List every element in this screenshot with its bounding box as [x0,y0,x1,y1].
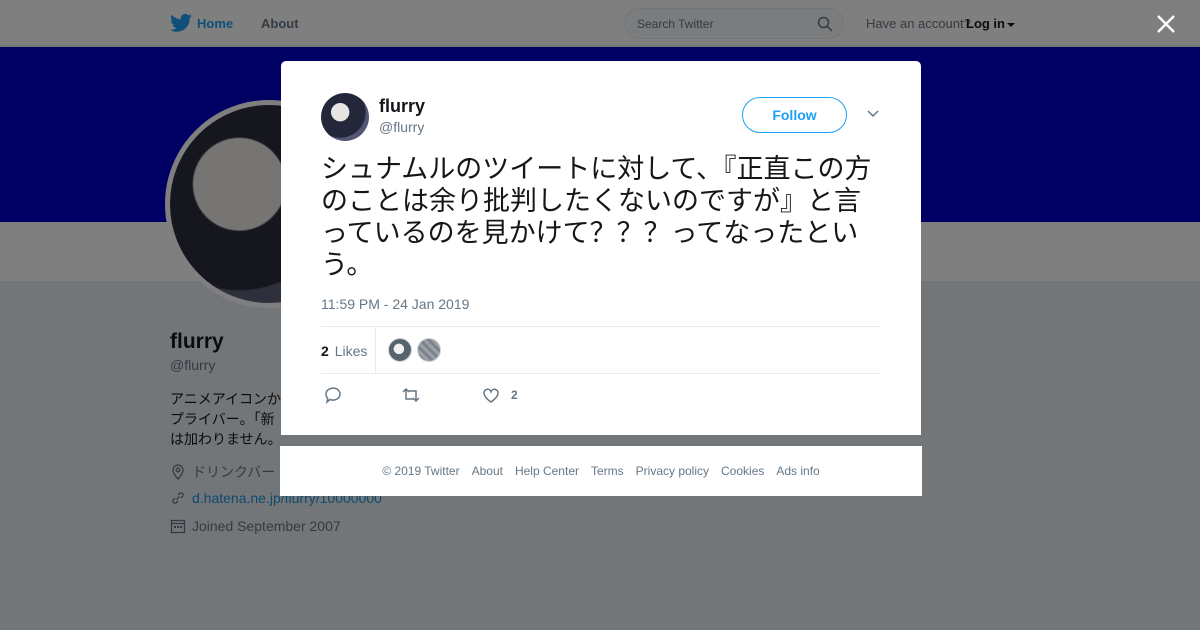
tweet-text: シュナムルのツイートに対して、『正直この方のことは余り批判したくないのですが』と… [321,154,872,280]
tweet-timestamp[interactable]: 11:59 PM - 24 Jan 2019 [321,296,469,312]
modal-footer: © 2019 Twitter About Help Center Terms P… [280,446,922,496]
footer-link-help-center[interactable]: Help Center [515,464,579,478]
likes-count: 2 [321,343,329,359]
tweet-author-name[interactable]: flurry [379,96,425,117]
likes-stat[interactable]: 2 Likes [321,343,367,359]
footer-link-ads-info[interactable]: Ads info [776,464,819,478]
tweet-stats: 2 Likes [321,326,881,374]
heart-icon[interactable] [481,385,501,405]
chevron-down-icon[interactable] [866,109,880,119]
tweet-modal: flurry @flurry Follow シュナムルのツイートに対して、『正直… [281,61,921,435]
reply-icon[interactable] [323,385,343,405]
tweet-actions: 2 [321,383,621,407]
close-icon[interactable] [1154,12,1178,36]
footer-link-cookies[interactable]: Cookies [721,464,764,478]
like-action-count: 2 [511,388,518,402]
footer-link-about[interactable]: About [472,464,503,478]
likes-label: Likes [334,343,368,359]
stats-divider [375,327,376,374]
footer-link-terms[interactable]: Terms [591,464,624,478]
tweet-author-avatar[interactable] [321,93,369,141]
tweet-author-handle[interactable]: @flurry [379,119,424,135]
liker-avatar[interactable] [388,338,412,362]
retweet-icon[interactable] [401,385,421,405]
footer-link-privacy[interactable]: Privacy policy [636,464,709,478]
follow-button[interactable]: Follow [742,97,847,133]
footer-copyright: © 2019 Twitter [382,464,460,478]
liker-avatar[interactable] [417,338,441,362]
